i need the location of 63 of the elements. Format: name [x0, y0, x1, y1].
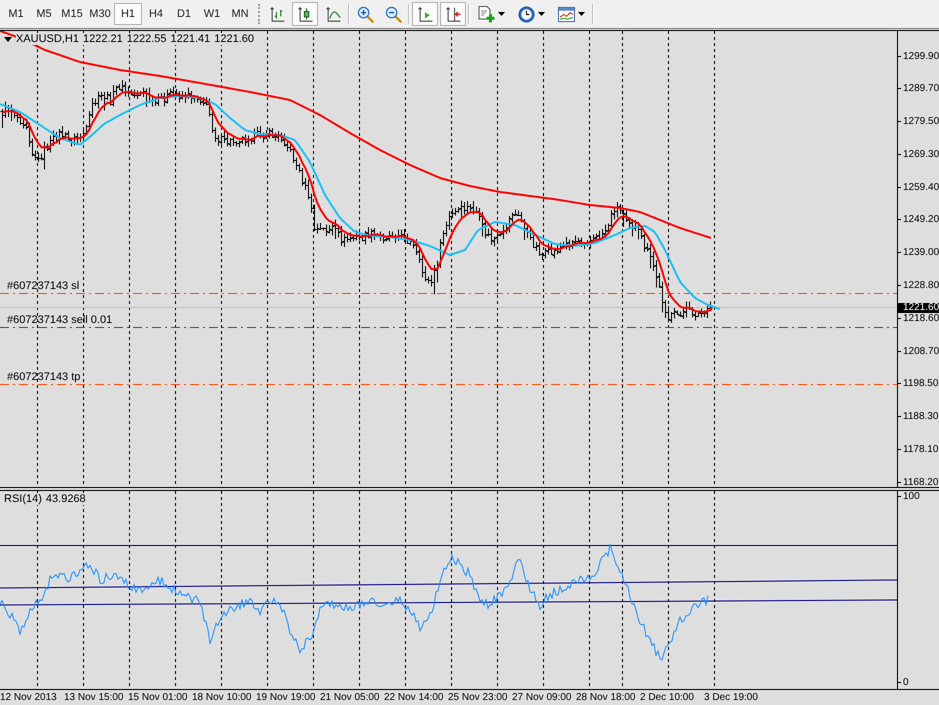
- chart-shift-button[interactable]: [440, 2, 466, 26]
- price-axis-label: 1188.30: [898, 412, 939, 422]
- price-axis-label: 1249.20: [898, 215, 939, 224]
- auto-scroll-button[interactable]: [412, 2, 438, 26]
- caret-icon: [538, 12, 544, 16]
- line-chart-icon: [326, 6, 340, 22]
- time-axis-label: 18 Nov 10:00: [192, 691, 252, 705]
- time-axis-label: 28 Nov 18:00: [576, 691, 636, 705]
- price-value: 1222.21: [82, 33, 123, 45]
- price-axis-label: 1228.80: [898, 281, 939, 290]
- time-axis-label: 13 Nov 15:00: [64, 691, 124, 705]
- bar-chart-icon: [270, 6, 284, 22]
- timeframe-button[interactable]: H1: [114, 3, 142, 25]
- price-axis-label: 1239.00: [898, 248, 939, 258]
- timeframe-button[interactable]: M5: [30, 3, 58, 25]
- time-axis-label: 2 Dec 10:00: [640, 691, 695, 705]
- symbol-label: XAUUSD,H1: [16, 33, 79, 45]
- chart-axes-left-arrow-icon: [446, 6, 460, 22]
- time-axis-label: 19 Nov 19:00: [256, 691, 316, 705]
- order-label: #607237143 tp: [7, 372, 80, 383]
- price-value: 1221.41: [170, 33, 210, 45]
- order-label: #607237143 sl: [7, 281, 80, 292]
- price-axis-label: 1279.50: [898, 117, 939, 126]
- zoom-in-icon: [356, 6, 374, 22]
- timeframe-button[interactable]: M30: [86, 3, 114, 25]
- time-axis-label: 3 Dec 19:00: [704, 691, 759, 705]
- candlestick-button[interactable]: [292, 2, 318, 26]
- price-axis-label: 1168.20: [898, 478, 939, 487]
- price-axis-label: 1269.30: [898, 150, 939, 159]
- indicator-name: RSI(14): [4, 493, 42, 505]
- timeframe-button[interactable]: MN: [226, 3, 254, 25]
- zoom-out-icon: [384, 6, 402, 22]
- price-axis-label: 1178.10: [898, 445, 939, 454]
- document-plus-icon: [478, 6, 494, 22]
- timeframe-button[interactable]: H4: [142, 3, 170, 25]
- price-axis-label: 1198.50: [898, 379, 939, 388]
- caret-icon: [578, 12, 584, 16]
- timeframe-button[interactable]: D1: [170, 3, 198, 25]
- price-value: 1222.55: [126, 33, 166, 45]
- order-label: #607237143 sell 0.01: [7, 315, 112, 326]
- price-axis-label: 1218.60: [898, 314, 939, 323]
- price-axis-label: 1259.40: [898, 182, 939, 192]
- price-axis-label: 1299.90: [898, 52, 939, 60]
- time-axis-label: 12 Nov 2013: [0, 691, 58, 705]
- triangle-icon: [4, 36, 12, 42]
- time-axis-label: 22 Nov 14:00: [384, 691, 444, 705]
- price-axis-label: 1208.70: [898, 346, 939, 356]
- time-axis-label: 25 Nov 23:00: [448, 691, 508, 705]
- timeframe-button[interactable]: M1: [2, 3, 30, 25]
- price-value: 1221.60: [214, 33, 254, 45]
- timeframe-button[interactable]: M15: [58, 3, 86, 25]
- caret-icon: [498, 12, 504, 16]
- price-axis-label: 1289.70: [898, 84, 939, 94]
- indicator-value: 43.9268: [46, 493, 86, 505]
- current-price-label: 1221.60: [898, 302, 939, 312]
- time-axis-label: 21 Nov 05:00: [320, 691, 380, 705]
- time-axis-label: 27 Nov 09:00: [512, 691, 572, 705]
- chart-window-icon: [558, 6, 574, 22]
- chart-axes-play-icon: [418, 6, 432, 22]
- candlestick-icon: [298, 6, 312, 22]
- clock-icon: [518, 6, 534, 22]
- time-axis-label: 15 Nov 01:00: [128, 691, 188, 705]
- timeframe-button[interactable]: W1: [198, 3, 226, 25]
